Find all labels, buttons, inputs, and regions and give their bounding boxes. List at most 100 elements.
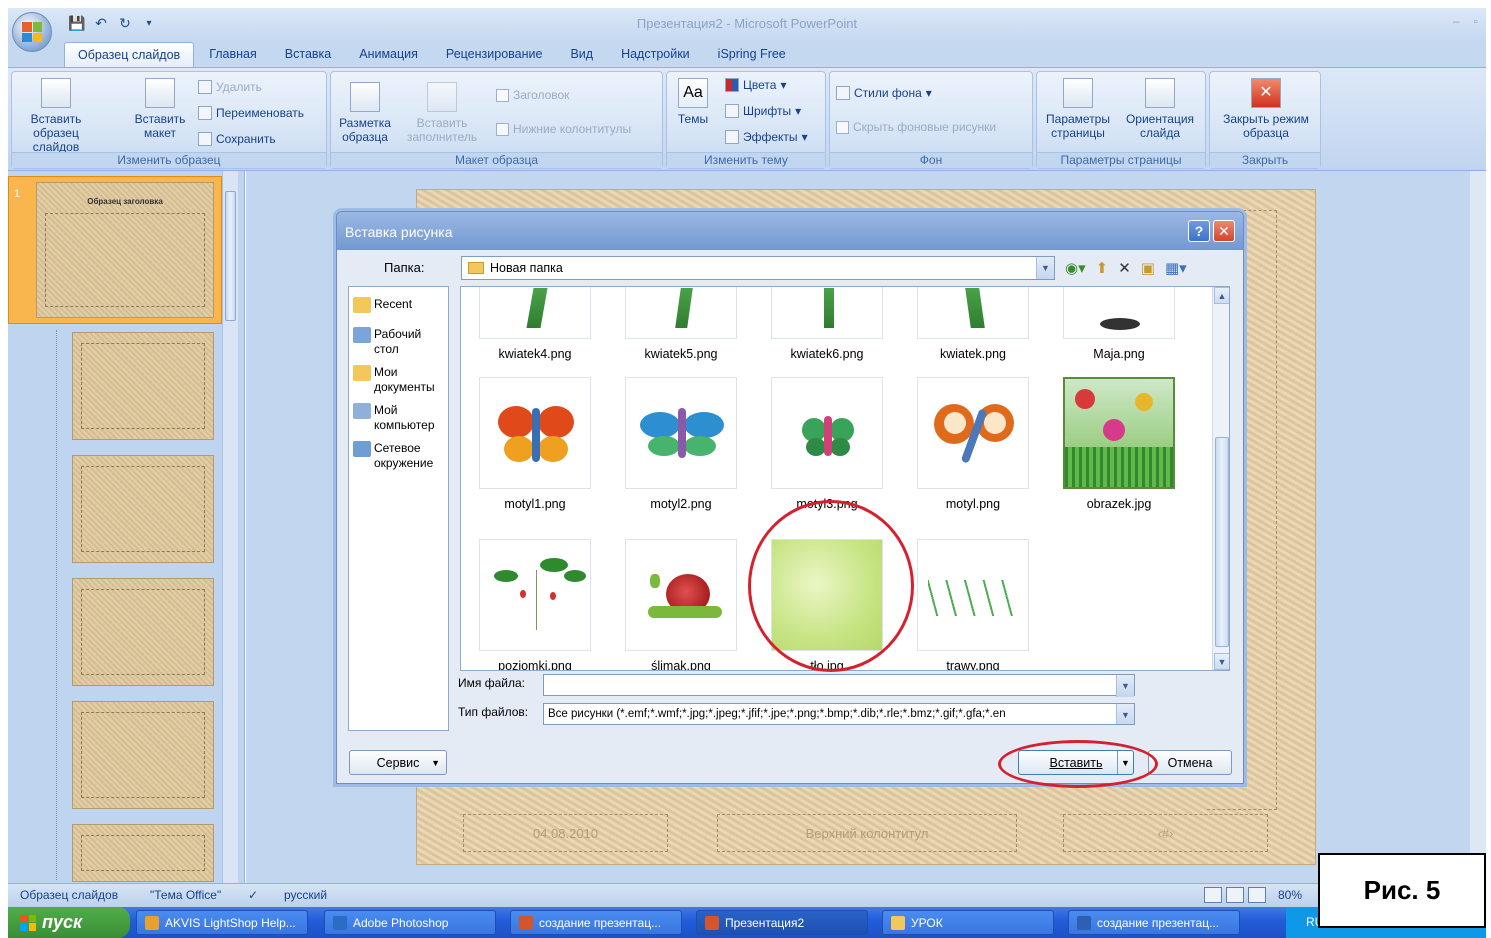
tab-addins[interactable]: Надстройки (608, 42, 703, 68)
save-master-button[interactable]: Сохранить (198, 132, 276, 146)
footer-placeholder[interactable]: Верхний колонтитул (717, 814, 1017, 852)
file-thumbnail (771, 287, 883, 339)
tab-home[interactable]: Главная (196, 42, 270, 68)
file-item[interactable]: obrazek.jpg (1049, 377, 1189, 511)
fonts-button[interactable]: Шрифты ▾ (725, 104, 801, 118)
layout-thumbnail[interactable] (72, 455, 214, 563)
file-list-scrollbar[interactable]: ▲ ▼ (1212, 287, 1229, 670)
close-master-view-button[interactable]: ✕ Закрыть режим образца (1214, 78, 1318, 140)
up-folder-icon[interactable]: ⬆ (1096, 259, 1109, 277)
back-icon[interactable]: ◉▾ (1065, 259, 1086, 277)
file-item[interactable]: Maja.png (1049, 287, 1189, 361)
rename-button[interactable]: Переименовать (198, 106, 304, 120)
background-styles-button[interactable]: Стили фона ▾ (836, 86, 932, 100)
place-network[interactable]: Сетевое окружение (353, 441, 449, 471)
file-item-selected[interactable]: tło.jpg (757, 539, 897, 670)
file-item[interactable]: ślimak.png (611, 539, 751, 670)
normal-view-icon[interactable] (1204, 887, 1222, 903)
slideshow-view-icon[interactable] (1248, 887, 1266, 903)
hide-background-checkbox[interactable]: Скрыть фоновые рисунки (836, 120, 996, 134)
service-button[interactable]: Сервис ▼ (349, 750, 447, 775)
place-my-computer[interactable]: Мой компьютер (353, 403, 449, 433)
chevron-down-icon[interactable]: ▼ (1116, 704, 1134, 724)
taskbar-item[interactable]: создание презентац... (1068, 910, 1240, 935)
insert-button[interactable]: Вставить ▼ (1018, 750, 1134, 775)
taskbar-item[interactable]: создание презентац... (510, 910, 682, 935)
taskbar-item[interactable]: Adobe Photoshop (324, 910, 496, 935)
places-bar: Recent Рабочий стол Мои документы Мой ко… (348, 286, 449, 731)
date-placeholder[interactable]: 04.08.2010 (463, 814, 668, 852)
master-layout-button[interactable]: Разметка образца (333, 82, 397, 144)
status-mode: Образец слайдов (20, 888, 119, 902)
filename-input[interactable]: ▼ (543, 674, 1135, 697)
office-button[interactable] (12, 12, 52, 52)
chevron-down-icon[interactable]: ▼ (1116, 675, 1134, 697)
slide-master-thumbnail[interactable]: Образец заголовка (36, 182, 214, 318)
file-item[interactable]: motyl.png (903, 377, 1043, 511)
close-icon[interactable]: ✕ (1213, 220, 1235, 242)
place-recent[interactable]: Recent (353, 297, 412, 313)
slides-scrollbar[interactable] (222, 171, 238, 883)
chevron-down-icon[interactable]: ▼ (1036, 257, 1054, 279)
orientation-button[interactable]: Ориентация слайда (1119, 78, 1201, 140)
zoom-level[interactable]: 80% (1278, 888, 1302, 902)
tab-animation[interactable]: Анимация (346, 42, 431, 68)
file-item[interactable]: kwiatek6.png (757, 287, 897, 361)
insert-layout-button[interactable]: Вставить макет (124, 78, 196, 140)
folder-label: Папка: (384, 260, 425, 275)
views-icon[interactable]: ▦▾ (1165, 259, 1187, 277)
file-item[interactable]: motyl2.png (611, 377, 751, 511)
themes-button[interactable]: Aa Темы (673, 78, 713, 126)
delete-icon[interactable]: ✕ (1118, 259, 1131, 277)
cancel-button[interactable]: Отмена (1148, 750, 1232, 775)
tab-insert[interactable]: Вставка (272, 42, 344, 68)
insert-slide-master-button[interactable]: Вставить образец слайдов (16, 78, 96, 154)
filetype-select[interactable]: Все рисунки (*.emf;*.wmf;*.jpg;*.jpeg;*.… (543, 703, 1135, 725)
page-setup-button[interactable]: Параметры страницы (1041, 78, 1115, 140)
scroll-thumb[interactable] (1215, 437, 1229, 647)
delete-button[interactable]: Удалить (198, 80, 262, 94)
group-close: ✕ Закрыть режим образца Закрыть (1209, 71, 1321, 169)
help-icon[interactable]: ? (1188, 220, 1210, 242)
slide-number-placeholder[interactable]: ‹#› (1063, 814, 1268, 852)
layout-thumbnail[interactable] (72, 701, 214, 809)
insert-placeholder-button[interactable]: Вставить заполнитель (401, 82, 483, 144)
network-icon (353, 441, 371, 457)
file-item[interactable]: motyl3.png (757, 377, 897, 511)
layout-thumbnail[interactable] (72, 824, 214, 882)
restore-icon[interactable]: ▫ (1474, 14, 1478, 28)
file-item[interactable]: kwiatek.png (903, 287, 1043, 361)
place-desktop[interactable]: Рабочий стол (353, 327, 443, 357)
footers-checkbox[interactable]: Нижние колонтитулы (496, 122, 631, 136)
colors-button[interactable]: Цвета ▾ (725, 78, 786, 92)
file-item[interactable]: motyl1.png (465, 377, 605, 511)
layout-thumbnail[interactable] (72, 578, 214, 686)
taskbar-item-active[interactable]: Презентация2 (696, 910, 868, 935)
sorter-view-icon[interactable] (1226, 887, 1244, 903)
place-my-documents[interactable]: Мои документы (353, 365, 449, 395)
group-edit-theme: Aa Темы Цвета ▾ Шрифты ▾ Эффекты ▾ Измен… (666, 71, 826, 169)
file-item[interactable]: poziomki.png (465, 539, 605, 670)
file-item[interactable]: trawy.png (903, 539, 1043, 670)
layout-thumbnail[interactable] (72, 332, 214, 440)
taskbar-item[interactable]: УРОК (882, 910, 1054, 935)
tab-view[interactable]: Вид (557, 42, 606, 68)
folder-select[interactable]: Новая папка ▼ (461, 256, 1055, 280)
insert-options-icon[interactable]: ▼ (1117, 751, 1133, 774)
new-folder-icon[interactable]: ▣ (1141, 259, 1155, 277)
spellcheck-icon[interactable]: ✓ (248, 888, 258, 902)
main-scrollbar[interactable] (1470, 171, 1486, 883)
effects-button[interactable]: Эффекты ▾ (725, 130, 808, 144)
file-item[interactable]: kwiatek4.png (465, 287, 605, 361)
tab-review[interactable]: Рецензирование (433, 42, 556, 68)
file-item[interactable]: kwiatek5.png (611, 287, 751, 361)
tab-slide-master[interactable]: Образец слайдов (64, 42, 195, 68)
tab-ispring[interactable]: iSpring Free (705, 42, 799, 68)
scroll-up-icon[interactable]: ▲ (1214, 287, 1229, 304)
scroll-thumb[interactable] (225, 191, 236, 321)
title-checkbox[interactable]: Заголовок (496, 88, 569, 102)
start-button[interactable]: пуск (8, 907, 130, 938)
taskbar-item[interactable]: AKVIS LightShop Help... (136, 910, 308, 935)
minimize-icon[interactable]: – (1453, 14, 1460, 28)
scroll-down-icon[interactable]: ▼ (1214, 653, 1229, 670)
